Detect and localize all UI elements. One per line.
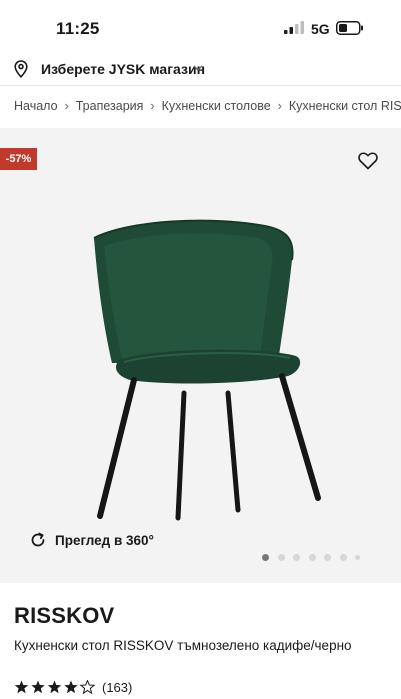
product-description: Кухненски стол RISSKOV тъмнозелено кадиф… [14,638,352,653]
breadcrumb-current: Кухненски стол RISSKOV [288,99,401,113]
breadcrumb-link[interactable]: Начало [14,99,58,113]
rotate-icon [31,532,45,547]
view-360-label: Преглед в 360° [55,532,154,548]
review-count: (163) [102,679,133,695]
heart-icon[interactable] [358,152,378,170]
location-pin-icon [14,60,28,78]
view-360-button[interactable]: Преглед в 360° [30,530,154,550]
status-bar: 11:25 5G [0,0,401,52]
breadcrumb-link[interactable]: Трапезария [76,99,144,113]
store-selector[interactable]: Изберете JYSK магазин [0,52,401,86]
breadcrumb-separator: › [277,99,282,113]
product-rating[interactable]: (163) [14,678,132,696]
gallery-dot[interactable] [355,554,360,560]
battery-icon [336,21,363,35]
network-type: 5G [311,21,330,37]
product-image-chair [93,219,321,521]
gallery-dot[interactable] [262,553,269,561]
chevron-down-icon [193,65,203,71]
gallery-dot[interactable] [324,553,331,561]
status-time: 11:25 [56,19,100,38]
breadcrumb-link[interactable]: Кухненски столове [162,99,271,113]
discount-badge: -57% [0,148,37,170]
breadcrumb-separator: › [64,99,69,113]
breadcrumb-separator: › [150,99,155,113]
product-gallery[interactable]: -57% Преглед в 360° [0,128,401,583]
gallery-dot[interactable] [339,553,347,561]
gallery-dot[interactable] [293,553,300,561]
gallery-pagination [262,552,369,562]
gallery-dot[interactable] [308,553,316,561]
star-rating-icon [14,679,96,694]
cellular-signal-icon [284,21,304,34]
store-selector-label: Изберете JYSK магазин [41,61,206,77]
breadcrumb: Начало › Трапезария › Кухненски столове › Кухн… [14,99,401,117]
gallery-dot[interactable] [277,553,285,561]
product-name: RISSKOV [14,603,115,628]
